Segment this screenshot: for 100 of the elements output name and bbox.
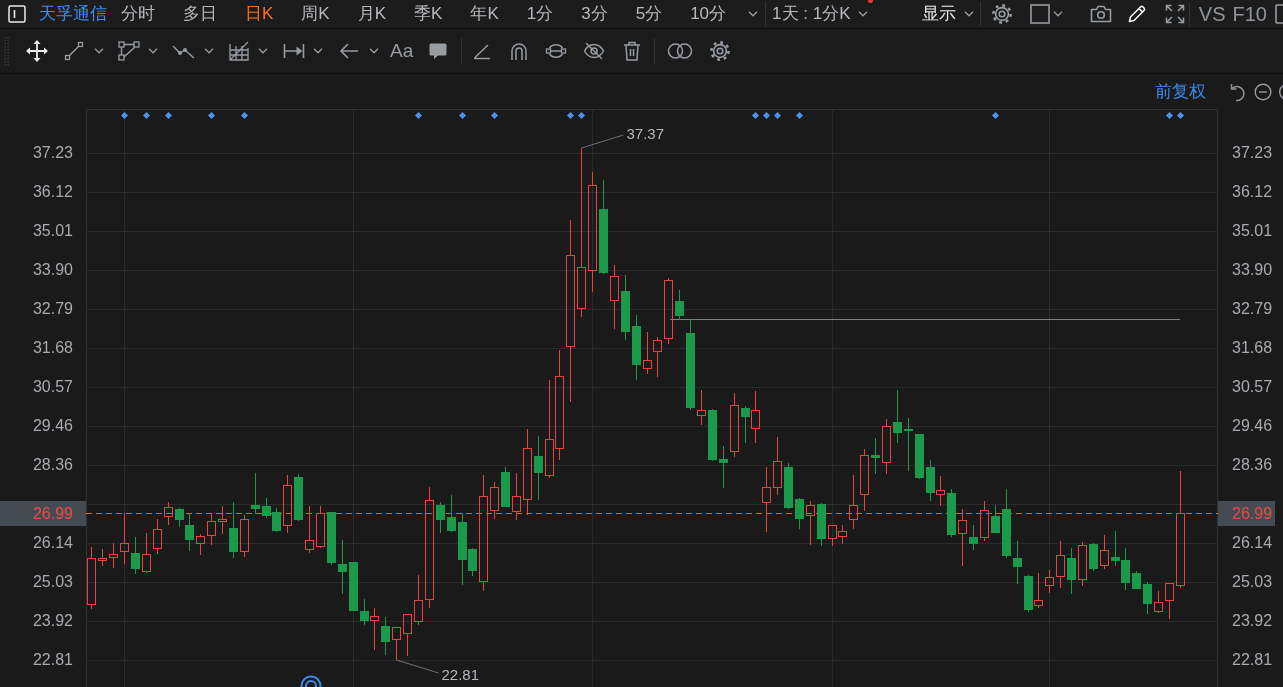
period-tab[interactable]: 1分 [512,4,568,24]
leader-line [396,659,439,674]
diamond-marker-icon[interactable] [241,112,248,119]
period-tab[interactable]: 季K [400,4,457,24]
grip-handle-icon[interactable] [4,36,10,66]
camera-icon[interactable] [1089,5,1112,23]
diamond-marker-icon[interactable] [774,112,781,119]
arrow-left-icon[interactable] [339,42,359,60]
diamond-marker-icon[interactable] [121,112,128,119]
diamond-marker-icon[interactable] [415,112,422,119]
candle [403,614,412,657]
f10-button[interactable]: F10 [1232,3,1267,25]
sync-icon[interactable] [545,41,568,61]
candle [436,501,445,534]
fullscreen-icon[interactable] [1164,4,1185,24]
caret-icon[interactable] [369,48,379,54]
caret-icon [963,11,974,17]
period-tab[interactable]: 年K [456,4,513,24]
period-tab[interactable]: 10分 [676,4,741,24]
candle [1132,570,1141,590]
caret-icon[interactable] [1052,11,1063,17]
period-tab[interactable]: 月K [343,4,401,24]
candle [131,536,140,575]
caret-icon[interactable] [204,48,214,54]
diamond-marker-icon[interactable] [567,112,574,119]
period-tab[interactable]: 多日 [169,4,231,24]
axis-label: 23.92 [32,612,73,629]
settings-icon[interactable] [709,40,732,62]
candle [120,512,129,565]
candle [926,459,935,502]
candle [229,501,238,559]
period-tab[interactable]: 日K [231,4,288,24]
axis-label: 25.03 [1232,573,1273,590]
candle [915,433,924,480]
axis-label: 22.81 [32,651,73,668]
diamond-marker-icon[interactable] [1177,112,1184,119]
diamond-marker-icon[interactable] [143,112,150,119]
period-tab[interactable]: 分时 [107,4,169,24]
overlap-circles-icon[interactable] [667,42,694,60]
diamond-marker-icon[interactable] [992,112,999,119]
panel-icon[interactable] [8,5,26,23]
caret-icon[interactable] [748,11,759,17]
diamond-marker-icon[interactable] [796,112,803,119]
zoom-out-icon[interactable] [1254,82,1272,101]
undo-icon[interactable] [1228,81,1246,102]
period-tab[interactable]: 3分 [567,4,622,24]
period-tab[interactable]: 5分 [621,4,677,24]
candle [1024,574,1033,613]
period-tab[interactable]: 周K [287,4,344,24]
diamond-marker-icon[interactable] [208,112,215,119]
pencil-icon[interactable] [1126,4,1147,24]
candle [643,331,652,375]
compare-button[interactable]: VS [1198,3,1226,25]
diamond-marker-icon[interactable] [491,112,498,119]
candle [828,525,837,547]
candle [773,436,782,496]
measure-icon[interactable] [283,42,305,60]
adjustment-link[interactable]: 前复权 [1155,81,1206,102]
trash-icon[interactable] [623,41,642,61]
caret-icon[interactable] [148,48,158,54]
diamond-marker-icon[interactable] [459,112,466,119]
axis-label: 36.12 [32,183,73,200]
caret-icon [858,11,869,17]
grid-diagonal-icon[interactable] [228,40,250,62]
diamond-marker-icon[interactable] [763,112,770,119]
candle [305,505,314,554]
candle [860,448,869,512]
eye-off-icon[interactable] [583,41,606,61]
caret-icon[interactable] [258,48,268,54]
move-icon[interactable] [26,40,48,62]
diamond-marker-icon[interactable] [165,112,172,119]
candle [316,505,325,549]
target-icon[interactable] [300,674,322,687]
angle-icon[interactable] [472,42,493,60]
candle [283,474,292,534]
text-tool-button[interactable]: Aa [390,40,414,62]
diamond-marker-icon[interactable] [752,112,759,119]
polyline-icon[interactable] [118,41,140,61]
axis-label: 31.68 [1232,339,1273,356]
candle [1143,581,1152,615]
current-price-badge: 26.99 [0,501,86,526]
square-icon[interactable] [1029,4,1050,24]
display-dropdown[interactable]: 显示 [921,4,974,24]
diamond-marker-icon[interactable] [1166,112,1173,119]
magnet-icon[interactable] [509,41,530,61]
interval-dropdown[interactable]: 1天 : 1分K [772,4,869,24]
caret-icon[interactable] [313,48,323,54]
candle [1089,542,1098,572]
diamond-marker-icon[interactable] [578,112,585,119]
caret-icon[interactable] [94,48,104,54]
candle [98,548,107,567]
stock-name[interactable]: 天孚通信 [39,4,107,24]
line-segment-icon[interactable] [64,41,84,61]
comment-icon[interactable] [428,41,449,61]
axis-label: 32.79 [1232,300,1273,317]
axis-label: 31.68 [32,339,73,356]
settings-icon[interactable] [990,3,1013,25]
candle [806,500,815,546]
candle [142,532,151,574]
axis-label: 29.46 [1232,417,1273,434]
